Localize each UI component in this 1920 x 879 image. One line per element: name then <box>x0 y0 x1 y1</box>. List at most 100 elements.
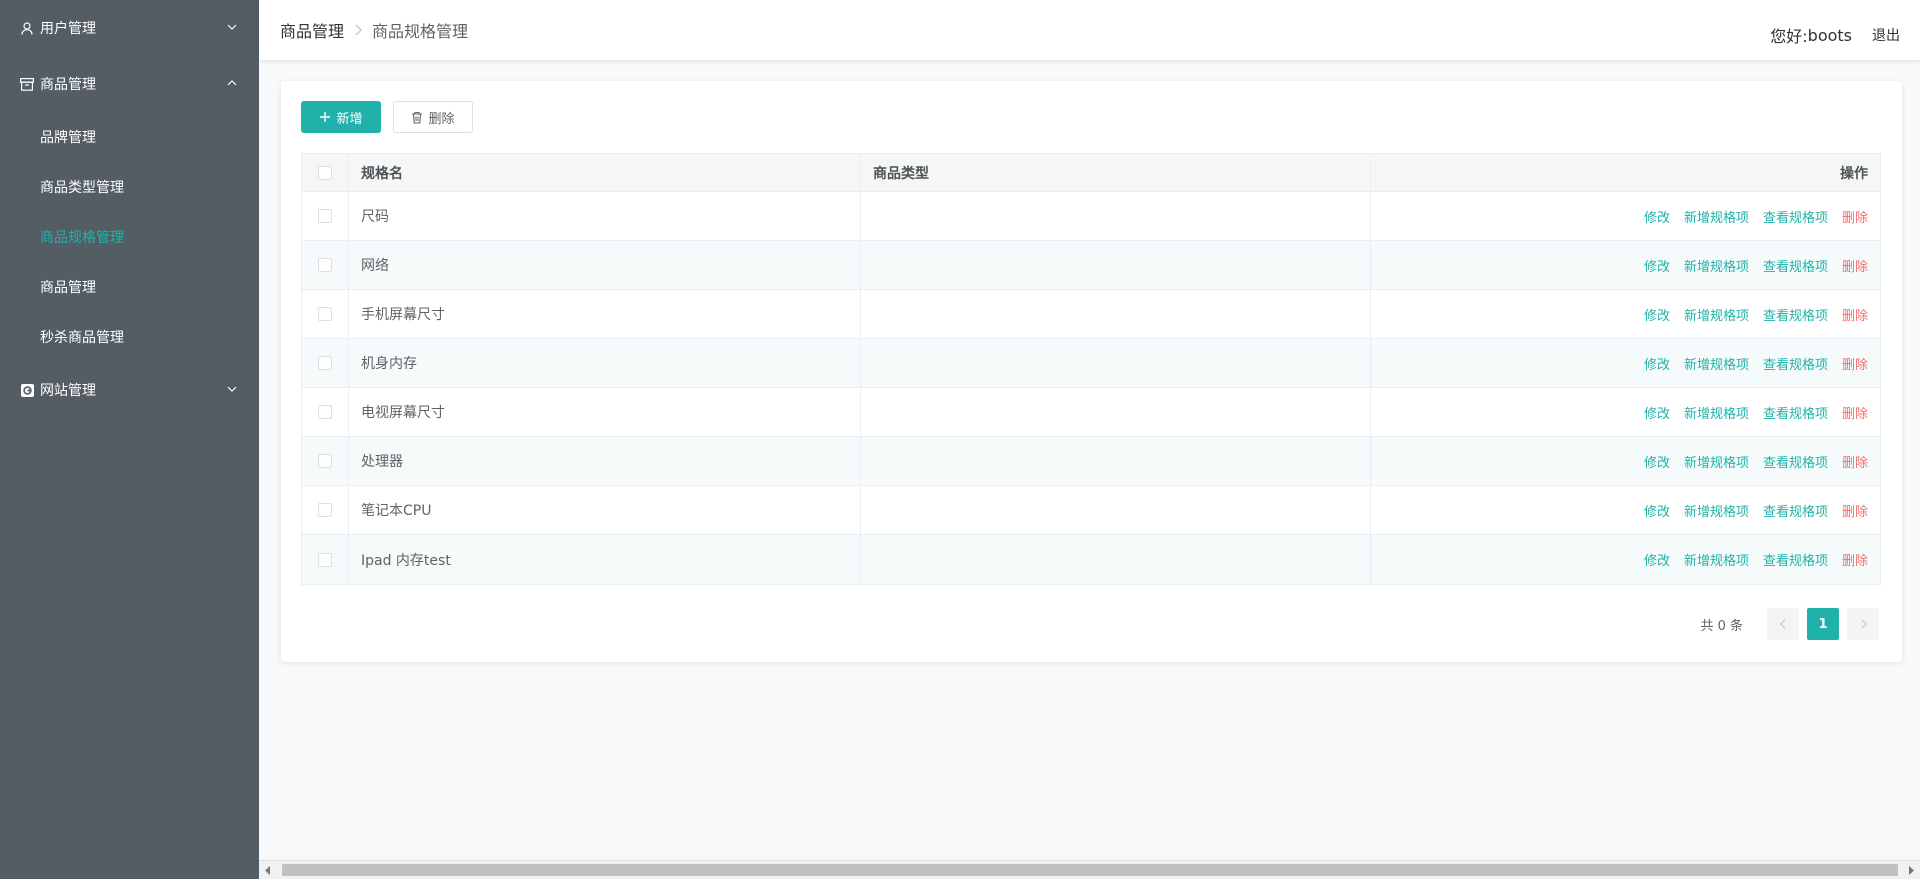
product-type-cell <box>861 192 1371 240</box>
submenu-product-spec[interactable]: 商品规格管理 <box>0 212 259 262</box>
row-actions: 修改 新增规格项 查看规格项 删除 <box>1371 241 1880 289</box>
table-row: 网络 修改 新增规格项 查看规格项 删除 <box>302 241 1880 290</box>
submenu-product-label: 商品管理 <box>40 280 96 296</box>
column-header-type: 商品类型 <box>861 154 1371 191</box>
product-type-cell <box>861 486 1371 534</box>
row-checkbox[interactable] <box>318 307 332 321</box>
add-spec-item-link[interactable]: 新增规格项 <box>1684 354 1749 373</box>
add-spec-item-link[interactable]: 新增规格项 <box>1684 452 1749 471</box>
edit-link[interactable]: 修改 <box>1644 354 1670 373</box>
row-check-cell <box>302 388 349 436</box>
delete-link[interactable]: 删除 <box>1842 207 1868 226</box>
spec-name-cell: 机身内存 <box>349 339 861 387</box>
table-row: 手机屏幕尺寸 修改 新增规格项 查看规格项 删除 <box>302 290 1880 339</box>
add-button[interactable]: 新增 <box>301 101 381 133</box>
row-checkbox[interactable] <box>318 454 332 468</box>
delete-link[interactable]: 删除 <box>1842 305 1868 324</box>
submenu-product[interactable]: 商品管理 <box>0 262 259 312</box>
logout-link[interactable]: 退出 <box>1872 25 1900 45</box>
table-row: 电视屏幕尺寸 修改 新增规格项 查看规格项 删除 <box>302 388 1880 437</box>
submenu-product-type-label: 商品类型管理 <box>40 180 124 196</box>
spec-name-cell: 尺码 <box>349 192 861 240</box>
view-spec-items-link[interactable]: 查看规格项 <box>1763 550 1828 569</box>
submenu-product-type[interactable]: 商品类型管理 <box>0 162 259 212</box>
add-spec-item-link[interactable]: 新增规格项 <box>1684 403 1749 422</box>
row-checkbox[interactable] <box>318 552 332 567</box>
row-checkbox[interactable] <box>318 356 332 370</box>
row-actions: 修改 新增规格项 查看规格项 删除 <box>1371 437 1880 485</box>
greeting: 您好: boots <box>1770 23 1852 47</box>
menu-user-management-label: 用户管理 <box>40 21 96 37</box>
next-page-button[interactable] <box>1847 608 1879 640</box>
view-spec-items-link[interactable]: 查看规格项 <box>1763 207 1828 226</box>
breadcrumb-item-product[interactable]: 商品管理 <box>280 18 344 42</box>
edit-link[interactable]: 修改 <box>1644 403 1670 422</box>
product-type-cell <box>861 535 1371 584</box>
view-spec-items-link[interactable]: 查看规格项 <box>1763 256 1828 275</box>
page-button-current[interactable]: 1 <box>1807 608 1839 640</box>
view-spec-items-link[interactable]: 查看规格项 <box>1763 452 1828 471</box>
row-checkbox[interactable] <box>318 405 332 419</box>
add-spec-item-link[interactable]: 新增规格项 <box>1684 501 1749 520</box>
prev-page-button[interactable] <box>1767 608 1799 640</box>
user-area: 您好: boots 退出 <box>1770 23 1900 47</box>
table-row: 处理器 修改 新增规格项 查看规格项 删除 <box>302 437 1880 486</box>
user-icon <box>20 21 34 35</box>
chevron-right-icon <box>1861 619 1867 629</box>
horizontal-scrollbar[interactable] <box>259 860 1920 879</box>
menu-website-management[interactable]: 网站管理 <box>0 362 259 418</box>
delete-link[interactable]: 删除 <box>1842 256 1868 275</box>
scrollbar-thumb[interactable] <box>282 864 1898 876</box>
menu-website-management-label: 网站管理 <box>40 383 96 399</box>
add-spec-item-link[interactable]: 新增规格项 <box>1684 207 1749 226</box>
row-check-cell <box>302 290 349 338</box>
submenu-brand[interactable]: 品牌管理 <box>0 112 259 162</box>
menu-product-management[interactable]: 商品管理 <box>0 56 259 112</box>
row-checkbox[interactable] <box>318 209 332 223</box>
edit-link[interactable]: 修改 <box>1644 452 1670 471</box>
submenu-flash-sale[interactable]: 秒杀商品管理 <box>0 312 259 362</box>
edit-link[interactable]: 修改 <box>1644 305 1670 324</box>
spec-name-cell: 笔记本CPU <box>349 486 861 534</box>
pagination-total: 共 0 条 <box>1700 618 1743 634</box>
greeting-label: 您好: <box>1770 27 1808 46</box>
product-type-cell <box>861 241 1371 289</box>
edit-link[interactable]: 修改 <box>1644 256 1670 275</box>
submenu-product-spec-label: 商品规格管理 <box>40 230 124 246</box>
chevron-down-icon <box>227 386 237 392</box>
menu-user-management[interactable]: 用户管理 <box>0 0 259 56</box>
chevron-right-icon <box>354 24 362 36</box>
delete-link[interactable]: 删除 <box>1842 501 1868 520</box>
table-row: 尺码 修改 新增规格项 查看规格项 删除 <box>302 192 1880 241</box>
menu-product-management-label: 商品管理 <box>40 77 96 93</box>
row-checkbox[interactable] <box>318 503 332 517</box>
row-checkbox[interactable] <box>318 258 332 272</box>
spec-name-cell: 网络 <box>349 241 861 289</box>
scroll-left-icon[interactable] <box>265 866 271 875</box>
row-check-cell <box>302 535 349 584</box>
scroll-right-icon[interactable] <box>1908 866 1914 875</box>
view-spec-items-link[interactable]: 查看规格项 <box>1763 354 1828 373</box>
edit-link[interactable]: 修改 <box>1644 550 1670 569</box>
delete-link[interactable]: 删除 <box>1842 354 1868 373</box>
view-spec-items-link[interactable]: 查看规格项 <box>1763 403 1828 422</box>
trash-icon <box>412 111 423 124</box>
edit-link[interactable]: 修改 <box>1644 207 1670 226</box>
add-spec-item-link[interactable]: 新增规格项 <box>1684 550 1749 569</box>
batch-delete-button[interactable]: 删除 <box>393 101 473 133</box>
edit-link[interactable]: 修改 <box>1644 501 1670 520</box>
spec-list-card: 新增 删除 规格名 商品类型 操作 尺码 修改 新增规格项 查看规格项 删除 网络 修改 新增… <box>281 81 1902 662</box>
view-spec-items-link[interactable]: 查看规格项 <box>1763 305 1828 324</box>
add-spec-item-link[interactable]: 新增规格项 <box>1684 305 1749 324</box>
submenu-flash-sale-label: 秒杀商品管理 <box>40 330 124 346</box>
view-spec-items-link[interactable]: 查看规格项 <box>1763 501 1828 520</box>
add-spec-item-link[interactable]: 新增规格项 <box>1684 256 1749 275</box>
select-all-checkbox[interactable] <box>318 165 332 180</box>
chevron-up-icon <box>227 80 237 86</box>
row-check-cell <box>302 486 349 534</box>
row-actions: 修改 新增规格项 查看规格项 删除 <box>1371 535 1880 584</box>
delete-link[interactable]: 删除 <box>1842 403 1868 422</box>
row-actions: 修改 新增规格项 查看规格项 删除 <box>1371 290 1880 338</box>
delete-link[interactable]: 删除 <box>1842 550 1868 569</box>
delete-link[interactable]: 删除 <box>1842 452 1868 471</box>
